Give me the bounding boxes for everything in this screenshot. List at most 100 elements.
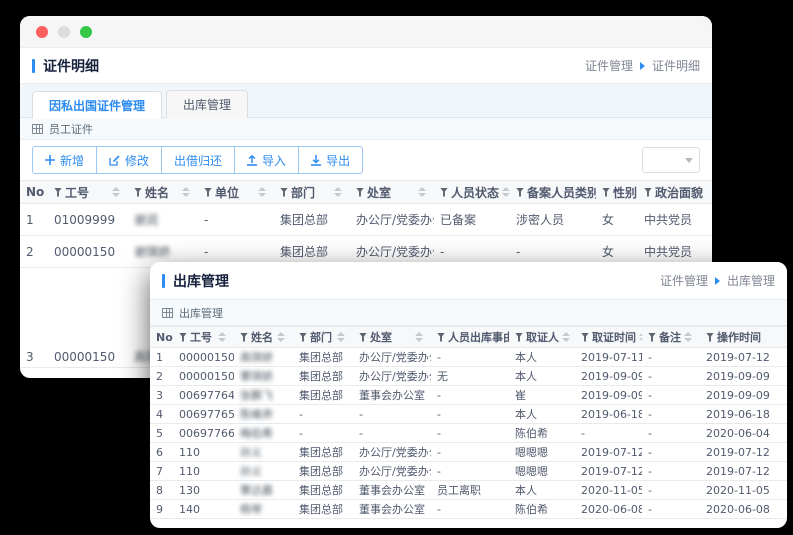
sort-icon[interactable] [334, 187, 344, 197]
edit-button[interactable]: 修改 [96, 146, 163, 174]
table-row[interactable]: 7110孙义集团总部办公厅/党委办公室-嗯嗯嗯2019-07-12-2019-0… [150, 462, 787, 481]
table-cell: 陈伯希 [515, 503, 548, 516]
sort-icon[interactable] [218, 332, 228, 342]
filter-icon[interactable] [515, 332, 523, 342]
breadcrumb-current[interactable]: 证件明细 [652, 57, 700, 74]
column-header[interactable]: 性别 [596, 184, 638, 201]
column-header[interactable]: 处室 [353, 329, 431, 345]
column-header[interactable]: 政治面貌 [638, 184, 712, 201]
import-button[interactable]: 导入 [234, 146, 300, 174]
table-cell: 2019-09-09 [581, 369, 642, 383]
table-cell: 9 [156, 502, 163, 516]
column-header[interactable]: 操作时间 [700, 329, 787, 345]
sort-icon[interactable] [277, 332, 287, 342]
filter-icon[interactable] [602, 187, 610, 197]
filter-icon[interactable] [359, 332, 367, 342]
table-cell: 杨琴 [240, 503, 262, 516]
table-cell: 2019-07-12 [706, 464, 770, 478]
table-cell: 办公厅/党委办公室 [356, 213, 434, 227]
filter-icon[interactable] [706, 332, 714, 342]
add-button-label: 新增 [60, 153, 85, 168]
table-row[interactable]: 200000150覃琪娇集团总部办公厅/党委办公室无本人2019-09-09-2… [150, 367, 787, 386]
table-cell: 集团总部 [280, 245, 329, 259]
table-cell: 梅伯希 [240, 427, 273, 440]
filter-icon[interactable] [280, 187, 288, 197]
filter-icon[interactable] [179, 332, 187, 342]
filter-icon[interactable] [134, 187, 142, 197]
column-header[interactable]: 处室 [350, 184, 434, 201]
sort-icon[interactable] [258, 187, 268, 197]
table-cell: 覃琪娇 [240, 370, 273, 383]
column-header[interactable]: 工号 [173, 329, 234, 345]
sort-icon[interactable] [112, 187, 122, 197]
table-row[interactable]: 4 00697765 陈峰弃 - - - 本人 2019-06-18-2019-06-18 [150, 405, 787, 424]
table-cell: - [648, 388, 652, 402]
lend-return-button[interactable]: 出借归还 [161, 146, 236, 174]
sort-icon[interactable] [418, 187, 428, 197]
filter-icon[interactable] [240, 332, 248, 342]
sort-icon[interactable] [684, 332, 694, 342]
column-header[interactable]: 人员状态 [434, 184, 510, 201]
minimize-button[interactable] [58, 25, 70, 38]
table-cell: 2019-06-18 [581, 407, 642, 421]
table-row[interactable]: 1 01009999 谢润 - 集团总部 办公厅/党委办公室已备案 涉密人员 女 中共党员 [20, 204, 712, 236]
close-button[interactable] [36, 25, 48, 38]
table-row[interactable]: 100000150高琪娇集团总部办公厅/党委办公室-本人2019-07-11-2… [150, 348, 787, 367]
column-header[interactable]: 部门 [274, 184, 350, 201]
filter-icon[interactable] [356, 187, 364, 197]
filter-icon[interactable] [440, 187, 448, 197]
column-header[interactable]: 人员出库事由 [431, 329, 509, 345]
filter-icon[interactable] [516, 187, 524, 197]
column-header[interactable]: 备注 [642, 329, 700, 345]
table-cell: 2019-07-12 [581, 464, 642, 478]
sort-icon[interactable] [182, 187, 192, 197]
tab-private-abroad-certificates[interactable]: 因私出国证件管理 [32, 91, 163, 119]
tab-outbound-management[interactable]: 出库管理 [166, 90, 249, 118]
table-cell: - [204, 244, 209, 259]
table-row[interactable]: 6110孙义集团总部办公厅/党委办公室-嗯嗯嗯2019-07-12-2019-0… [150, 443, 787, 462]
table-cell: - [299, 426, 303, 440]
table-cell: - [437, 388, 441, 402]
filter-icon[interactable] [204, 187, 212, 197]
column-header[interactable]: 部门 [293, 329, 353, 345]
table-cell: 本人 [515, 484, 537, 497]
column-header[interactable]: 姓名 [128, 184, 198, 201]
table-cell: 5 [156, 426, 163, 440]
filter-select[interactable] [642, 147, 700, 173]
column-header-label: No [156, 330, 173, 344]
filter-icon[interactable] [648, 332, 656, 342]
add-button[interactable]: 新增 [32, 146, 98, 174]
sort-icon[interactable] [415, 332, 425, 342]
filter-icon[interactable] [644, 187, 652, 197]
table-cell: - [648, 426, 652, 440]
table-cell: - [648, 407, 652, 421]
sort-icon[interactable] [337, 332, 347, 342]
column-header[interactable]: 取证人 [509, 329, 575, 345]
breadcrumb-parent[interactable]: 证件管理 [585, 57, 633, 74]
column-header[interactable]: 备案人员类别 [510, 184, 596, 201]
filter-icon[interactable] [437, 332, 445, 342]
table-row[interactable]: 8 130 覃达晨 集团总部 董事会办公室 员工离职 本人 2020-11-05-2020-1… [150, 481, 787, 500]
column-header[interactable]: 取证时间 [575, 329, 642, 345]
column-header-label: 部门 [310, 331, 332, 344]
export-button[interactable]: 导出 [298, 146, 364, 174]
section-header: 出库管理 [150, 300, 787, 326]
column-header[interactable]: 姓名 [234, 329, 293, 345]
filter-icon[interactable] [581, 332, 589, 342]
sort-icon[interactable] [562, 332, 572, 342]
table-row[interactable]: 5 00697766 梅伯希 - - - 陈伯希 - - 2020-06-04 [150, 424, 787, 443]
table-row[interactable]: 9 140 杨琴 集团总部 董事会办公室 - 陈伯希 2020-06-08-2020-06-0… [150, 500, 787, 519]
export-button-label: 导出 [326, 153, 351, 168]
breadcrumb-parent[interactable]: 证件管理 [660, 272, 708, 289]
sort-icon[interactable] [502, 187, 510, 197]
table-row[interactable]: 3 00697764 张鹏飞 集团总部 董事会办公室 - 崔 2019-09-09-2019-… [150, 386, 787, 405]
filter-icon[interactable] [299, 332, 307, 342]
breadcrumb-current[interactable]: 出库管理 [727, 272, 775, 289]
column-header-label: 部门 [291, 185, 316, 200]
outbound-management-window: 出库管理 证件管理 出库管理 出库管理 No 工号 姓名 部门 处室 人员出库事由 取证人 取… [150, 262, 787, 528]
filter-icon[interactable] [54, 187, 62, 197]
chevron-down-icon [685, 158, 693, 163]
column-header[interactable]: 单位 [198, 184, 274, 201]
zoom-button[interactable] [80, 25, 92, 38]
column-header[interactable]: 工号 [48, 184, 128, 201]
